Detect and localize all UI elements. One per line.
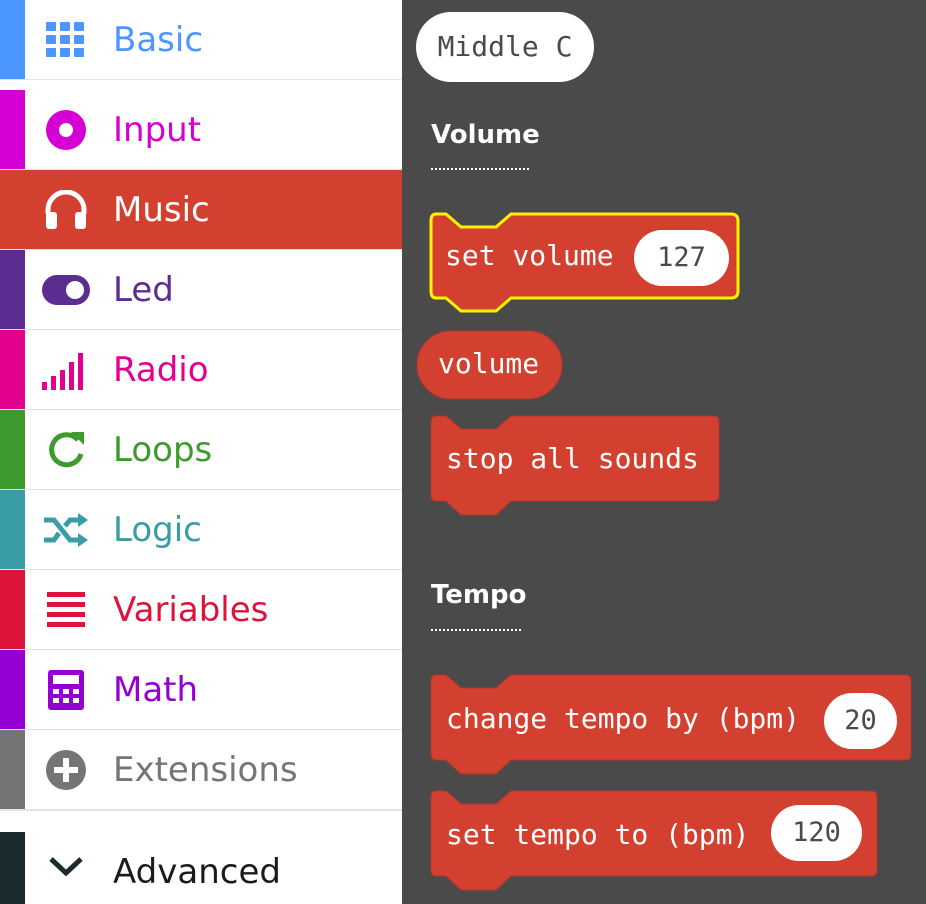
category-color-bar: [0, 730, 25, 809]
section-title-volume: Volume: [431, 120, 540, 150]
middle-c-block[interactable]: Middle C: [416, 12, 594, 82]
category-label: Math: [113, 670, 199, 710]
set-volume-block[interactable]: set volume 127: [428, 211, 744, 313]
headphones-icon: [42, 190, 90, 230]
category-label: Basic: [113, 20, 204, 60]
category-label: Logic: [113, 510, 202, 550]
section-underline: [431, 168, 529, 170]
block-label: set volume: [445, 239, 614, 272]
tempo-change-input[interactable]: 20: [824, 693, 897, 749]
signal-bars-icon: [42, 350, 90, 390]
category-label: Input: [113, 110, 202, 150]
category-label: Extensions: [113, 750, 298, 790]
section-underline: [431, 629, 521, 631]
category-color-bar: [0, 650, 25, 729]
grid-icon: [42, 20, 90, 60]
section-title-tempo: Tempo: [431, 580, 527, 610]
category-label: Radio: [113, 350, 209, 390]
block-label: set tempo to (bpm): [446, 818, 750, 851]
toolbox-sidebar: Basic Input Music Led Radio Loops Logic …: [0, 0, 402, 904]
category-math[interactable]: Math: [0, 650, 402, 730]
category-color-bar: [0, 170, 25, 249]
category-color-bar: [0, 410, 25, 489]
volume-value-input[interactable]: 127: [634, 230, 729, 286]
volume-reporter-block[interactable]: volume: [416, 330, 563, 400]
tempo-value-input[interactable]: 120: [771, 805, 862, 861]
category-color-bar: [0, 330, 25, 409]
calculator-icon: [42, 670, 90, 710]
category-label: Music: [113, 190, 210, 230]
category-advanced[interactable]: Advanced: [0, 832, 402, 904]
chevron-down-icon: [42, 846, 90, 886]
block-label: change tempo by (bpm): [446, 702, 801, 735]
category-color-bar: [0, 0, 25, 79]
category-label: Led: [113, 270, 174, 310]
category-input[interactable]: Input: [0, 90, 402, 170]
plus-circle-icon: [42, 750, 90, 790]
category-loops[interactable]: Loops: [0, 410, 402, 490]
category-variables[interactable]: Variables: [0, 570, 402, 650]
stop-all-sounds-block[interactable]: stop all sounds: [430, 415, 720, 517]
category-color-bar: [0, 250, 25, 329]
category-music[interactable]: Music: [0, 170, 402, 250]
category-color-bar: [0, 570, 25, 649]
block-label: Middle C: [437, 30, 573, 63]
toggle-icon: [42, 270, 90, 310]
shuffle-icon: [42, 510, 90, 550]
category-logic[interactable]: Logic: [0, 490, 402, 570]
category-basic[interactable]: Basic: [0, 0, 402, 80]
category-label: Advanced: [113, 852, 281, 892]
category-radio[interactable]: Radio: [0, 330, 402, 410]
block-flyout: Middle C Volume set volume 127 volume st…: [402, 0, 926, 904]
radio-button-icon: [42, 110, 90, 150]
block-label: stop all sounds: [446, 442, 699, 475]
change-tempo-block[interactable]: change tempo by (bpm) 20: [430, 674, 912, 776]
category-color-bar: [0, 490, 25, 569]
category-label: Variables: [113, 590, 269, 630]
sidebar-divider: [0, 810, 402, 833]
list-lines-icon: [42, 590, 90, 630]
set-tempo-block[interactable]: set tempo to (bpm) 120: [430, 790, 878, 892]
category-color-bar: [0, 90, 25, 169]
category-label: Loops: [113, 430, 213, 470]
refresh-icon: [42, 430, 90, 470]
category-led[interactable]: Led: [0, 250, 402, 330]
category-extensions[interactable]: Extensions: [0, 730, 402, 810]
block-label: volume: [438, 347, 540, 380]
category-color-bar: [0, 832, 25, 904]
